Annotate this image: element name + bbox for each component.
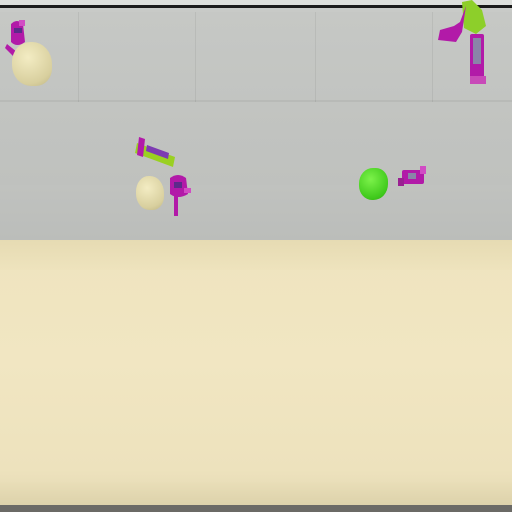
floor-seam <box>195 12 196 102</box>
purple-green-toy-top-right[interactable] <box>432 0 490 88</box>
green-blob[interactable] <box>359 168 388 200</box>
green-purple-toy-icon <box>135 137 175 167</box>
tan-bag-top-left[interactable] <box>12 42 52 86</box>
bottom-floor-strip <box>0 505 512 512</box>
table-top-edge <box>0 240 512 270</box>
purple-green-toy-icon <box>438 0 486 84</box>
floor-seam <box>78 12 79 102</box>
purple-toy-icon <box>398 166 426 186</box>
green-purple-toy-center[interactable] <box>133 137 179 169</box>
floor-seam <box>315 12 316 102</box>
floor-band <box>0 100 512 102</box>
tan-bag-center[interactable] <box>136 176 164 210</box>
floor-lower-area <box>0 185 512 240</box>
purple-toy-center[interactable] <box>166 174 192 216</box>
purple-toy-icon <box>170 175 191 216</box>
purple-toy-right[interactable] <box>398 164 428 188</box>
game-scene <box>0 0 512 512</box>
table-surface <box>0 240 512 505</box>
table-bottom-edge <box>0 482 512 505</box>
